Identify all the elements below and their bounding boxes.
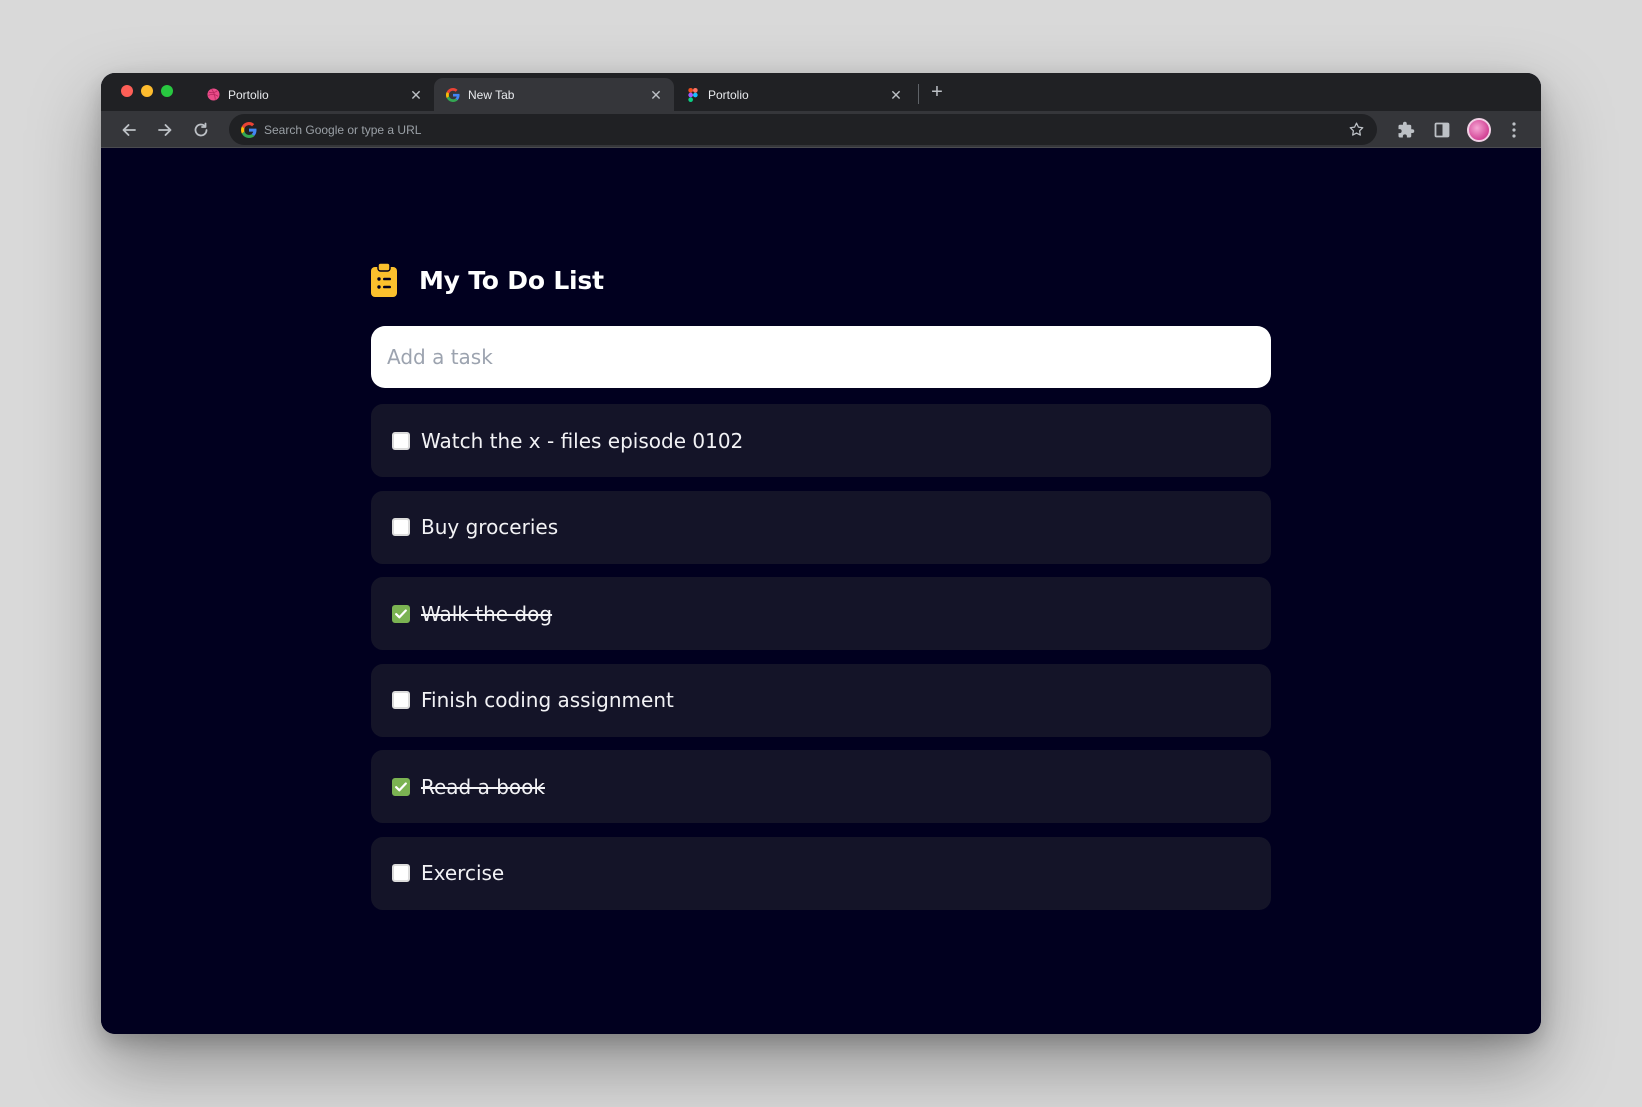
close-tab-icon[interactable]: ✕ (408, 87, 424, 103)
page-title: My To Do List (419, 265, 604, 295)
close-window-button[interactable] (121, 85, 133, 97)
task-label: Finish coding assignment (421, 688, 674, 712)
tab-new-tab[interactable]: New Tab ✕ (434, 78, 674, 111)
new-tab-button[interactable]: + (927, 82, 947, 102)
figma-icon (686, 87, 700, 102)
dribbble-icon (206, 88, 220, 102)
checkmark-icon (395, 781, 407, 791)
page-content: My To Do List Watch the x - files episod… (101, 148, 1541, 1034)
task-item[interactable]: Exercise (371, 836, 1271, 910)
task-item[interactable]: Read a book (371, 750, 1271, 823)
reload-icon[interactable] (189, 118, 213, 142)
back-arrow-icon[interactable] (117, 118, 141, 142)
todo-app: My To Do List Watch the x - files episod… (371, 260, 1271, 923)
task-checkbox[interactable] (392, 777, 410, 796)
address-bar[interactable]: Search Google or type a URL (229, 114, 1377, 145)
add-task-input[interactable] (371, 326, 1271, 388)
task-checkbox[interactable] (392, 864, 410, 882)
task-label: Read a book (421, 774, 545, 799)
close-tab-icon[interactable]: ✕ (648, 87, 664, 103)
profile-avatar[interactable] (1467, 118, 1491, 142)
checkmark-icon (395, 608, 407, 618)
task-item[interactable]: Finish coding assignment (371, 663, 1271, 737)
minimize-window-button[interactable] (141, 85, 153, 97)
browser-toolbar: Search Google or type a URL (101, 111, 1541, 148)
address-bar-placeholder: Search Google or type a URL (264, 122, 422, 137)
task-label: Exercise (421, 861, 505, 885)
close-tab-icon[interactable]: ✕ (888, 87, 904, 103)
task-item[interactable]: Walk the dog (371, 577, 1271, 650)
more-menu-icon[interactable] (1504, 120, 1524, 140)
task-item[interactable]: Watch the x - files episode 0102 (371, 404, 1271, 477)
tab-strip: Portolio ✕ New Tab ✕ Portolio ✕ + (101, 73, 1541, 111)
maximize-window-button[interactable] (161, 85, 173, 97)
bookmark-star-icon[interactable] (1348, 121, 1365, 138)
task-checkbox[interactable] (392, 691, 410, 709)
clipboard-list-icon (371, 262, 397, 297)
tab-divider (918, 84, 919, 104)
app-header: My To Do List (371, 260, 1271, 300)
google-icon (241, 121, 257, 138)
task-label: Walk the dog (421, 601, 553, 626)
side-panel-icon[interactable] (1432, 120, 1452, 140)
tab-title: Portolio (708, 87, 749, 102)
task-list: Watch the x - files episode 0102 Buy gro… (371, 404, 1271, 910)
tab-title: New Tab (468, 87, 515, 102)
tab-title: Portolio (228, 87, 269, 102)
extensions-puzzle-icon[interactable] (1396, 120, 1416, 140)
tab-portolio-2[interactable]: Portolio ✕ (674, 78, 914, 111)
google-icon (446, 87, 460, 102)
forward-arrow-icon[interactable] (153, 118, 177, 142)
tab-portolio-1[interactable]: Portolio ✕ (194, 78, 434, 111)
task-label: Watch the x - files episode 0102 (421, 428, 744, 453)
task-checkbox[interactable] (392, 518, 410, 536)
task-checkbox[interactable] (392, 604, 410, 623)
task-item[interactable]: Buy groceries (371, 490, 1271, 564)
task-checkbox[interactable] (392, 431, 410, 450)
browser-window: Portolio ✕ New Tab ✕ Portolio ✕ + Search… (101, 73, 1541, 1034)
task-label: Buy groceries (421, 515, 559, 539)
